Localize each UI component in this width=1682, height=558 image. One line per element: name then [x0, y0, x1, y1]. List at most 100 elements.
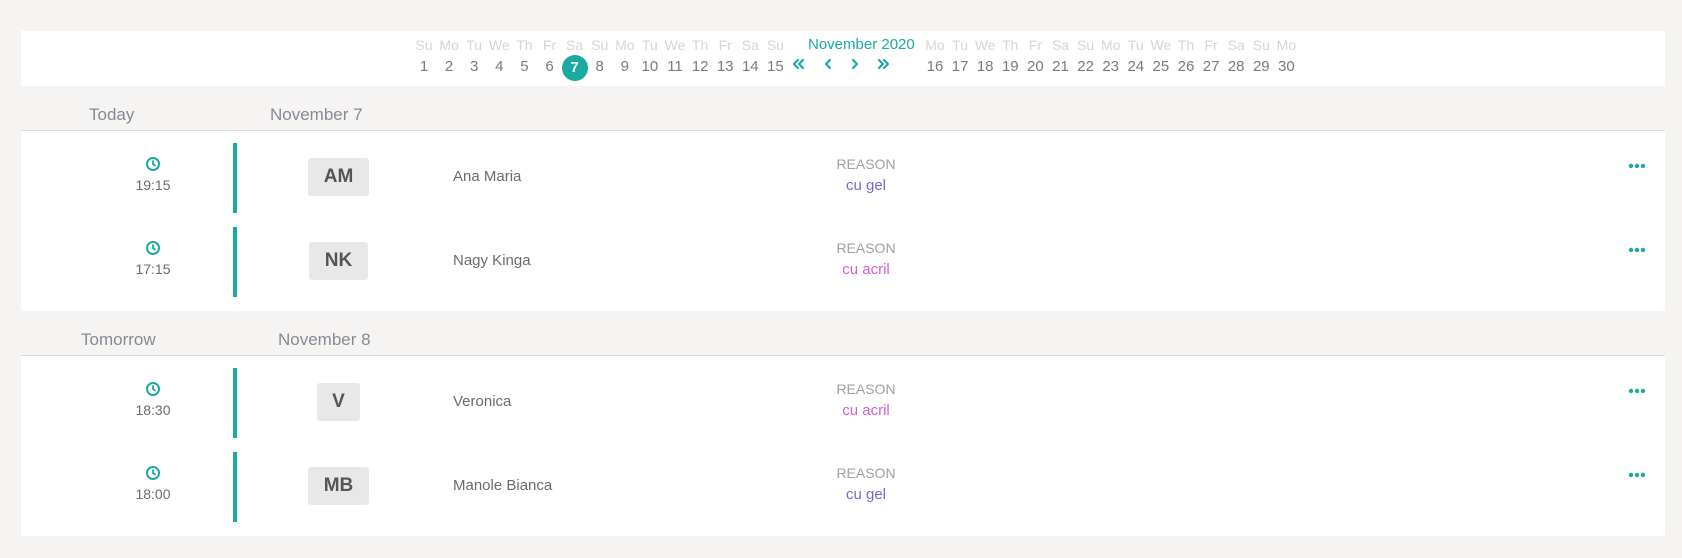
day-of-week: Su: [1077, 37, 1095, 53]
more-options-icon[interactable]: [1628, 158, 1646, 174]
day-of-week: Sa: [1227, 37, 1245, 53]
calendar-day[interactable]: Fr 27: [1198, 31, 1224, 86]
avatar: V: [317, 383, 360, 421]
day-number: 1: [419, 58, 429, 75]
day-of-week: Fr: [718, 37, 732, 53]
day-number: 27: [1202, 58, 1220, 75]
calendar-day[interactable]: Su 22: [1073, 31, 1099, 86]
day-number: 22: [1077, 58, 1094, 75]
day-number: 18: [976, 58, 994, 75]
double-chevron-left-icon[interactable]: [791, 57, 805, 71]
day-number: 25: [1152, 58, 1170, 75]
calendar-day[interactable]: Sa 28: [1223, 31, 1249, 86]
calendar-day[interactable]: Th 5: [511, 31, 537, 86]
calendar-day[interactable]: Fr 20: [1022, 31, 1048, 86]
calendar-day[interactable]: Th 26: [1173, 31, 1199, 86]
more-options-icon[interactable]: [1628, 383, 1646, 399]
calendar-day[interactable]: Su 15: [762, 31, 788, 86]
day-of-week: Mo: [1276, 37, 1297, 53]
appointment-row[interactable]: 19:15 AM Ana Maria REASON cu gel: [21, 131, 1665, 215]
day-of-week: We: [974, 37, 996, 53]
section-date: November 7: [270, 105, 363, 124]
calendar-day[interactable]: Su 29: [1248, 31, 1274, 86]
day-number: 29: [1252, 58, 1270, 75]
clock-icon: [146, 382, 160, 396]
calendar-day[interactable]: Mo 16: [922, 31, 948, 86]
appointment-time: 17:15: [135, 261, 171, 277]
chevron-right-icon[interactable]: [848, 57, 862, 71]
accent-bar: [233, 452, 237, 522]
reason-label: REASON: [836, 381, 896, 397]
reason-label: REASON: [836, 156, 896, 172]
calendar-day[interactable]: Mo 30: [1273, 31, 1299, 86]
day-number: 2: [444, 58, 454, 75]
more-options-icon[interactable]: [1628, 467, 1646, 483]
client-name: Nagy Kinga: [453, 252, 531, 269]
day-of-week: Tu: [466, 37, 483, 53]
client-name: Manole Bianca: [453, 477, 553, 494]
client-name: Veronica: [453, 393, 512, 410]
day-number: 20: [1027, 58, 1044, 75]
calendar-day[interactable]: Su 1: [411, 31, 437, 86]
avatar: AM: [308, 158, 369, 196]
calendar-day[interactable]: Tu 3: [461, 31, 487, 86]
accent-bar: [233, 368, 237, 438]
calendar-day[interactable]: Su 8: [587, 31, 613, 86]
calendar-day[interactable]: Mo 23: [1098, 31, 1124, 86]
appointment-time: 19:15: [135, 177, 171, 193]
calendar-day[interactable]: We 11: [662, 31, 688, 86]
section-date: November 8: [278, 330, 371, 349]
clock-icon: [146, 157, 160, 171]
calendar-day[interactable]: Tu 24: [1123, 31, 1149, 86]
calendar-day[interactable]: Tu 17: [947, 31, 973, 86]
day-of-week: Tu: [952, 37, 968, 53]
calendar-day[interactable]: We 4: [486, 31, 512, 86]
appointment-row[interactable]: 17:15 NK Nagy Kinga REASON cu acril: [21, 215, 1665, 299]
calendar-day[interactable]: Sa 21: [1048, 31, 1074, 86]
day-number: 16: [926, 58, 944, 75]
client-name: Ana Maria: [453, 168, 522, 185]
calendar-day[interactable]: Fr 13: [712, 31, 738, 86]
accent-bar: [233, 143, 237, 213]
calendar-day[interactable]: Fr 6: [537, 31, 563, 86]
day-of-week: Fr: [1204, 37, 1218, 53]
day-number: 19: [1001, 58, 1019, 75]
chevron-left-icon[interactable]: [821, 57, 835, 71]
double-chevron-right-icon[interactable]: [877, 57, 891, 71]
calendar-day[interactable]: Th 12: [687, 31, 713, 86]
appointment-row[interactable]: 18:00 MB Manole Bianca REASON cu gel: [21, 440, 1665, 524]
day-of-week: Mo: [1100, 37, 1121, 53]
calendar-day[interactable]: Mo 2: [436, 31, 462, 86]
day-number: 11: [667, 58, 683, 75]
calendar-day[interactable]: Th 19: [997, 31, 1023, 86]
day-of-week: We: [1150, 37, 1172, 53]
more-options-icon[interactable]: [1628, 242, 1646, 258]
day-number: 6: [545, 58, 554, 75]
calendar-day[interactable]: Tu 10: [637, 31, 663, 86]
clock-icon: [146, 241, 160, 255]
day-of-week: Th: [516, 37, 533, 53]
day-of-week: Sa: [566, 37, 584, 53]
day-number: 21: [1052, 58, 1069, 75]
calendar-day[interactable]: We 18: [972, 31, 998, 86]
day-of-week: Sa: [741, 37, 759, 53]
day-number: 13: [716, 58, 734, 75]
appointment-time: 18:00: [135, 486, 171, 502]
day-of-week: Th: [691, 37, 709, 53]
calendar-day[interactable]: We 25: [1148, 31, 1174, 86]
accent-bar: [233, 227, 237, 297]
day-of-week: Th: [1177, 37, 1195, 53]
appointment-row[interactable]: 18:30 V Veronica REASON cu acril: [21, 356, 1665, 440]
day-number: 8: [595, 58, 604, 75]
day-number: 4: [495, 58, 504, 75]
reason-value: cu gel: [845, 177, 887, 194]
day-of-week: Su: [766, 37, 784, 53]
day-of-week: We: [664, 37, 686, 53]
day-number: 7: [561, 55, 588, 81]
day-of-week: Su: [591, 37, 609, 53]
day-number: 28: [1227, 58, 1245, 75]
calendar-day[interactable]: Mo 9: [612, 31, 638, 86]
day-of-week: Su: [415, 37, 433, 53]
calendar-day[interactable]: Sa 14: [737, 31, 763, 86]
calendar-day-selected[interactable]: Sa 7: [561, 31, 588, 86]
